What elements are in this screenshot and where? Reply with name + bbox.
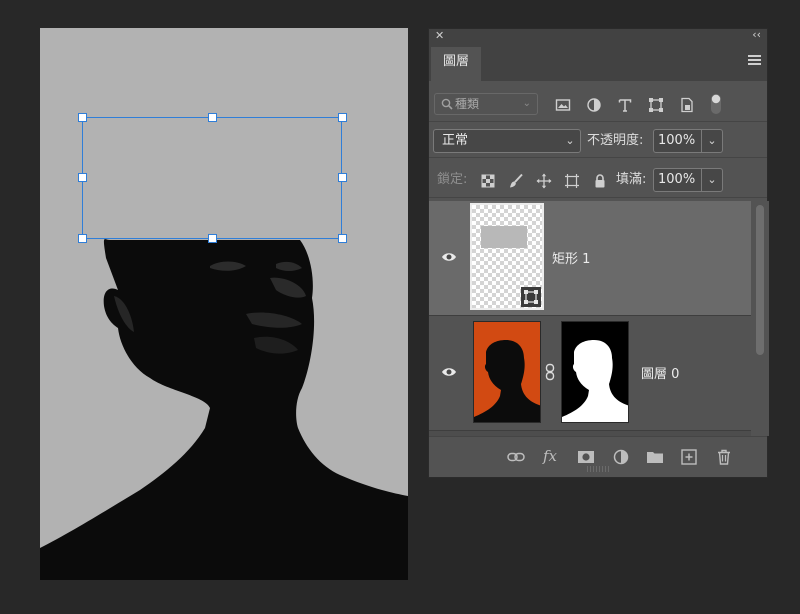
blend-mode-value: 正常: [442, 133, 469, 148]
layer-mask-thumbnail[interactable]: [561, 321, 629, 423]
lock-artboard-icon[interactable]: [564, 173, 580, 189]
shape-filter-icon[interactable]: [648, 97, 664, 113]
layers-scrollbar[interactable]: [751, 201, 769, 436]
eye-visibility-icon[interactable]: [441, 366, 457, 378]
adjustment-filter-icon[interactable]: [586, 97, 602, 113]
shape-bounding-box[interactable]: [82, 117, 342, 239]
link-layers-icon[interactable]: [507, 448, 525, 466]
chevron-down-icon: ⌄: [565, 134, 575, 147]
portrait-thumbnail: [474, 340, 540, 422]
scrollbar-thumb[interactable]: [756, 205, 764, 355]
transform-handle-bottom-left[interactable]: [78, 234, 87, 243]
lock-label: 鎖定:: [437, 172, 468, 187]
fill-value: 100%: [658, 172, 696, 187]
chevron-down-icon: ⌄: [522, 98, 531, 109]
layers-panel: ✕ ‹‹ 圖層 種類 ⌄ 正常 ⌄ 不透明度: 100% ⌄ 鎖定: 填滿: 1…: [428, 28, 769, 478]
document-canvas[interactable]: [40, 28, 408, 580]
panel-title-bar: ✕ ‹‹: [429, 28, 767, 45]
layer-name[interactable]: 圖層 0: [641, 363, 679, 382]
trash-icon[interactable]: [715, 448, 733, 466]
layers-list: 矩形 1 圖層 0: [429, 201, 751, 436]
rectangle-preview: [481, 226, 527, 248]
layer-row-layer-0[interactable]: 圖層 0: [429, 316, 751, 430]
transform-handle-middle-right[interactable]: [338, 173, 347, 182]
shape-layer-badge-icon: [521, 287, 541, 307]
hamburger-menu-icon[interactable]: [748, 55, 761, 67]
lock-fill-row: 鎖定: 填滿: 100% ⌄: [429, 163, 767, 198]
portrait-photo: [40, 239, 408, 580]
fill-field[interactable]: 100% ⌄: [653, 168, 723, 192]
eye-visibility-icon[interactable]: [441, 251, 457, 263]
layer-filter-row: 種類 ⌄: [429, 87, 767, 122]
transform-handle-top-left[interactable]: [78, 113, 87, 122]
fx-icon[interactable]: fx: [543, 447, 557, 465]
filter-toggle-icon[interactable]: [710, 93, 722, 115]
opacity-dropdown-button[interactable]: ⌄: [701, 130, 722, 152]
opacity-label: 不透明度:: [587, 133, 644, 148]
transform-handle-bottom-right[interactable]: [338, 234, 347, 243]
transform-handle-top-center[interactable]: [208, 113, 217, 122]
fill-label: 填滿:: [616, 172, 647, 187]
tab-layers[interactable]: 圖層: [431, 47, 481, 81]
opacity-value: 100%: [658, 133, 696, 148]
add-mask-icon[interactable]: [577, 448, 595, 466]
new-adjustment-layer-icon[interactable]: [612, 448, 630, 466]
collapse-panel-button[interactable]: ‹‹: [752, 28, 761, 41]
fill-dropdown-button[interactable]: ⌄: [701, 169, 722, 191]
filter-kind-select[interactable]: 種類 ⌄: [434, 93, 538, 115]
layer-thumbnail: [473, 321, 541, 423]
layer-name[interactable]: 矩形 1: [552, 248, 590, 267]
new-layer-icon[interactable]: [680, 448, 698, 466]
layer-row-rectangle-1[interactable]: 矩形 1: [429, 201, 751, 315]
smart-object-filter-icon[interactable]: [679, 97, 695, 113]
type-filter-icon[interactable]: [617, 97, 633, 113]
mask-link-chain-icon[interactable]: [544, 363, 556, 381]
panel-resize-grip[interactable]: [587, 466, 611, 472]
transform-handle-middle-left[interactable]: [78, 173, 87, 182]
filter-kind-label: 種類: [455, 97, 480, 111]
blend-opacity-row: 正常 ⌄ 不透明度: 100% ⌄: [429, 125, 767, 158]
lock-image-pixels-icon[interactable]: [508, 173, 524, 189]
mask-silhouette: [562, 340, 628, 422]
lock-position-icon[interactable]: [536, 173, 552, 189]
opacity-field[interactable]: 100% ⌄: [653, 129, 723, 153]
panel-tab-bar: 圖層: [429, 45, 767, 81]
close-panel-button[interactable]: ✕: [435, 29, 444, 42]
magnifier-icon: [441, 98, 453, 110]
transform-handle-top-right[interactable]: [338, 113, 347, 122]
layer-thumbnail: [470, 203, 544, 310]
new-group-folder-icon[interactable]: [646, 448, 664, 466]
transform-handle-bottom-center[interactable]: [208, 234, 217, 243]
image-filter-icon[interactable]: [555, 97, 571, 113]
lock-all-icon[interactable]: [592, 173, 608, 189]
lock-transparent-pixels-icon[interactable]: [480, 173, 496, 189]
blend-mode-select[interactable]: 正常 ⌄: [433, 129, 581, 153]
